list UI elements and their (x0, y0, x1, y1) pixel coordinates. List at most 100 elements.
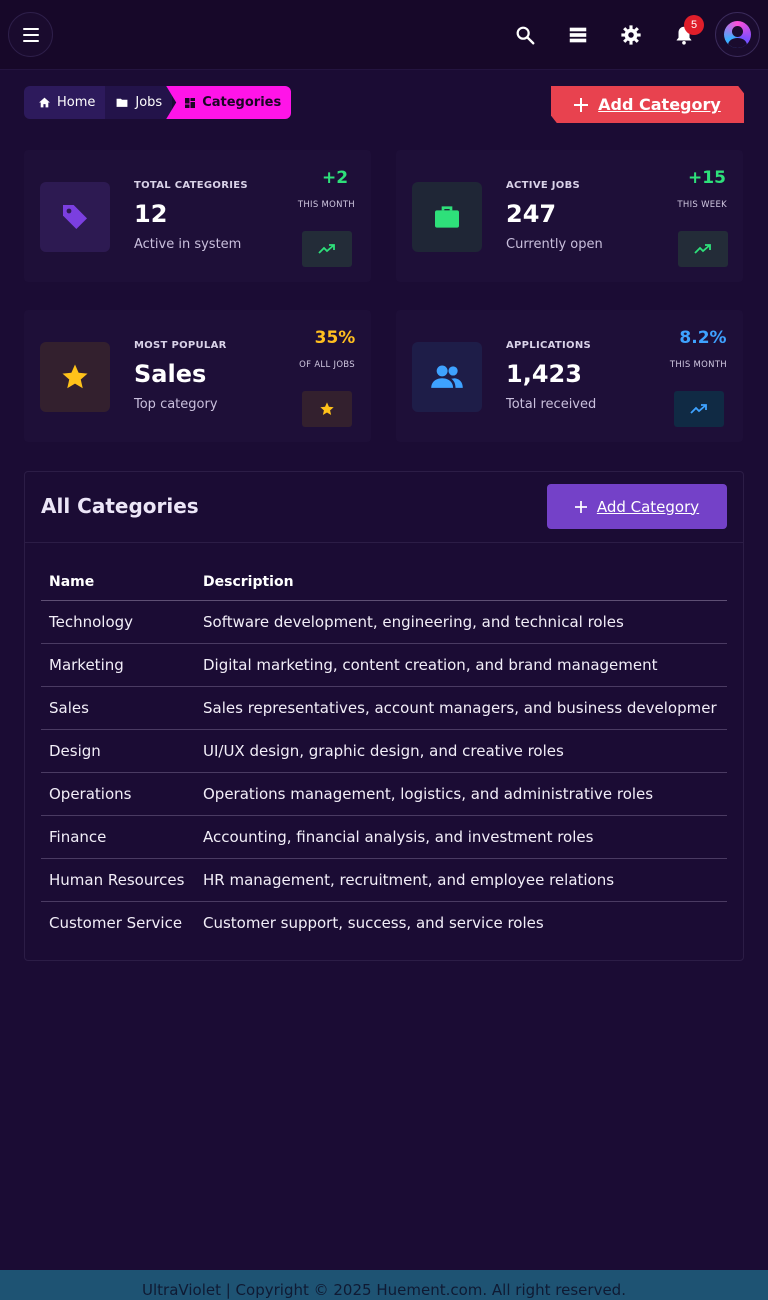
stat-period: OF ALL JOBS (299, 360, 355, 370)
copyright-text: UltraViolet | Copyright © 2025 Huement.c… (142, 1281, 626, 1299)
stat-change: 8.2% (679, 328, 727, 348)
briefcase-icon (435, 206, 459, 228)
menu-button[interactable] (8, 12, 53, 57)
tag-icon (63, 205, 87, 229)
dashboard-icon (185, 97, 196, 108)
category-description: HR management, recruitment, and employee… (195, 858, 727, 902)
category-description: Accounting, financial analysis, and inve… (195, 815, 727, 859)
stat-change: +2 (321, 168, 349, 188)
table-header-row: Name Description (41, 564, 727, 601)
trend-button[interactable] (674, 391, 724, 427)
user-avatar-button[interactable] (715, 12, 760, 57)
stat-change: 35% (314, 328, 356, 348)
trending-up-icon (318, 244, 335, 254)
category-name: Technology (41, 600, 195, 644)
category-description: Customer support, success, and service r… (203, 913, 544, 932)
stat-period: THIS WEEK (677, 200, 727, 210)
category-name: Design (41, 729, 195, 773)
add-category-label: Add Category (598, 95, 721, 114)
settings-button[interactable] (616, 20, 646, 50)
category-description: Software development, engineering, and t… (195, 600, 727, 644)
category-description: Digital marketing, content creation, and… (195, 643, 727, 687)
home-icon (39, 97, 50, 108)
stat-change: +15 (688, 168, 726, 188)
category-name: Human Resources (41, 858, 195, 902)
add-category-button[interactable]: Add Category (551, 86, 744, 123)
category-name: Finance (41, 815, 195, 859)
search-icon (516, 26, 535, 45)
stat-value: Sales (134, 360, 207, 388)
stat-icon-box (412, 182, 482, 252)
plus-icon (574, 500, 587, 513)
hamburger-icon (22, 26, 39, 44)
category-description: Sales representatives, account managers,… (195, 686, 727, 730)
table-row[interactable]: Operations Operations management, logist… (41, 772, 727, 816)
users-icon (431, 365, 463, 388)
categories-card-header: All Categories Add Category (25, 472, 743, 543)
folder-icon (116, 98, 128, 107)
trend-button[interactable] (302, 231, 352, 267)
plus-icon (574, 97, 589, 112)
breadcrumb-home[interactable]: Home (24, 86, 106, 119)
column-header-description: Description (195, 564, 727, 601)
stat-label: ACTIVE JOBS (506, 180, 581, 191)
category-name: Customer Service (49, 913, 183, 932)
column-header-name: Name (41, 564, 195, 601)
stat-card-most-popular: MOST POPULAR Sales Top category 35% OF A… (24, 310, 371, 442)
stat-subtitle: Currently open (506, 237, 603, 252)
category-name: Operations (41, 772, 195, 816)
stat-card-active-jobs: ACTIVE JOBS 247 Currently open +15 THIS … (396, 150, 743, 282)
table-row[interactable]: Customer Service Customer support, succe… (41, 901, 727, 944)
stat-value: 12 (134, 200, 168, 228)
avatar (724, 21, 751, 48)
stat-label: MOST POPULAR (134, 340, 227, 351)
breadcrumb-jobs[interactable]: Jobs (105, 86, 173, 119)
category-description: UI/UX design, graphic design, and creati… (195, 729, 727, 773)
star-icon (320, 402, 334, 415)
stat-period: THIS MONTH (669, 360, 727, 370)
breadcrumb-categories[interactable]: Categories (166, 86, 292, 119)
stat-period: THIS MONTH (297, 200, 355, 210)
category-description: Operations management, logistics, and ad… (195, 772, 727, 816)
trending-up-icon (694, 244, 711, 254)
table-row[interactable]: Human Resources HR management, recruitme… (41, 858, 727, 902)
stat-card-applications: APPLICATIONS 1,423 Total received 8.2% T… (396, 310, 743, 442)
stat-subtitle: Total received (506, 397, 597, 412)
add-category-card-label: Add Category (596, 497, 700, 516)
add-category-card-button[interactable]: Add Category (547, 484, 727, 529)
category-name: Marketing (41, 643, 195, 687)
gear-icon (621, 25, 641, 45)
stat-card-total-categories: TOTAL CATEGORIES 12 Active in system +2 … (24, 150, 371, 282)
table-row[interactable]: Finance Accounting, financial analysis, … (41, 815, 727, 859)
table-row[interactable]: Sales Sales representatives, account man… (41, 686, 727, 730)
breadcrumb: Home Jobs Categories (24, 86, 292, 119)
breadcrumb-categories-label: Categories (202, 95, 282, 110)
breadcrumb-jobs-label: Jobs (135, 95, 163, 110)
table-row[interactable]: Marketing Digital marketing, content cre… (41, 643, 727, 687)
stat-subtitle: Active in system (134, 237, 242, 252)
categories-card: All Categories Add Category Name Descrip… (24, 471, 744, 961)
trending-up-icon (690, 404, 707, 414)
star-icon (62, 364, 88, 389)
top-bar: 5 (0, 0, 768, 70)
stat-value: 247 (506, 200, 557, 228)
categories-table: Name Description Technology Software dev… (41, 564, 727, 944)
stack-icon (569, 27, 587, 43)
stat-label: TOTAL CATEGORIES (134, 180, 248, 191)
table-row[interactable]: Technology Software development, enginee… (41, 600, 727, 644)
stat-icon-box (412, 342, 482, 412)
stat-value: 1,423 (506, 360, 582, 388)
stat-subtitle: Top category (134, 397, 218, 412)
stat-icon-box (40, 182, 110, 252)
breadcrumb-home-label: Home (57, 95, 96, 110)
table-row[interactable]: Design UI/UX design, graphic design, and… (41, 729, 727, 773)
star-button[interactable] (302, 391, 352, 427)
layers-button[interactable] (563, 20, 593, 50)
categories-title: All Categories (41, 494, 199, 518)
trend-button[interactable] (678, 231, 728, 267)
stat-icon-box (40, 342, 110, 412)
category-name: Sales (41, 686, 195, 730)
stat-label: APPLICATIONS (506, 340, 592, 351)
search-button[interactable] (510, 20, 540, 50)
notification-badge: 5 (684, 15, 704, 35)
